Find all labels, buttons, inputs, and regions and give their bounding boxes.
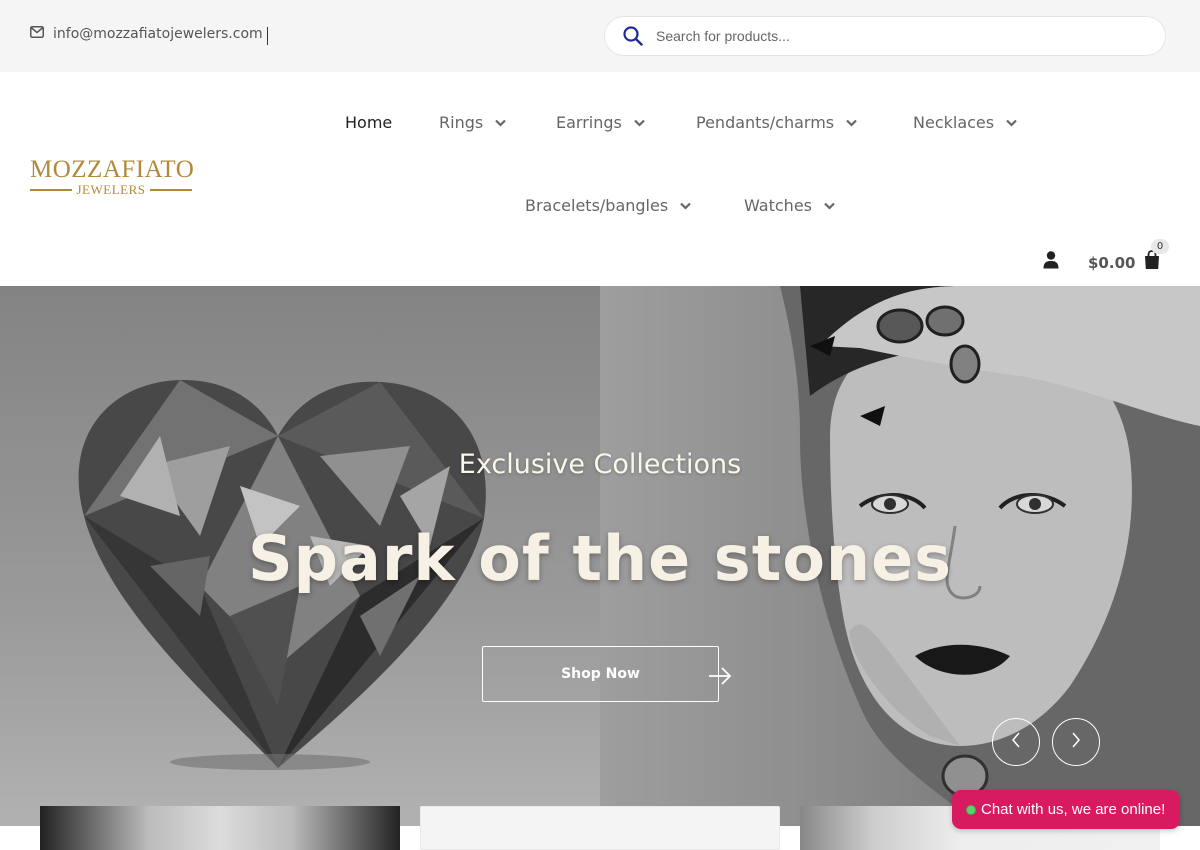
email-link[interactable]: info@mozzafiatojewelers.com — [30, 26, 263, 42]
chevron-down-icon — [634, 119, 645, 127]
nav-label: Home — [345, 113, 393, 132]
slider-next-button[interactable] — [1052, 718, 1100, 766]
cart-total: $0.00 — [1088, 253, 1136, 272]
category-card[interactable] — [40, 806, 400, 850]
search-bar — [604, 16, 1166, 56]
nav-bracelets-bangles[interactable]: Bracelets/bangles — [525, 196, 691, 215]
slider-prev-button[interactable] — [992, 718, 1040, 766]
email-text: info@mozzafiatojewelers.com — [53, 26, 263, 42]
nav-label: Pendants/charms — [696, 113, 835, 132]
chat-label: Chat with us, we are online! — [981, 801, 1166, 818]
top-bar: info@mozzafiatojewelers.com — [0, 0, 1200, 72]
nav-home[interactable]: Home — [345, 113, 392, 132]
chevron-right-icon — [1071, 732, 1081, 753]
arrow-right-icon — [708, 666, 732, 691]
nav-label: Bracelets/bangles — [525, 196, 669, 215]
chat-widget-button[interactable]: Chat with us, we are online! — [952, 790, 1180, 829]
hero-title: Spark of the stones — [247, 522, 953, 595]
chevron-down-icon — [680, 202, 691, 210]
chevron-left-icon — [1011, 732, 1021, 753]
nav-label: Necklaces — [913, 113, 995, 132]
nav-rings[interactable]: Rings — [439, 113, 506, 132]
hero-slider: Exclusive Collections Spark of the stone… — [0, 286, 1200, 826]
shop-now-button[interactable]: Shop Now — [482, 646, 719, 702]
chevron-down-icon — [1006, 119, 1017, 127]
online-status-icon — [966, 804, 976, 815]
topbar-divider — [267, 27, 268, 45]
cart-count-badge: 0 — [1151, 239, 1169, 254]
search-icon[interactable] — [623, 26, 643, 46]
nav-necklaces[interactable]: Necklaces — [913, 113, 1017, 132]
nav-label: Rings — [439, 113, 484, 132]
category-card[interactable] — [420, 806, 780, 850]
logo-rule-right — [150, 189, 192, 191]
nav-watches[interactable]: Watches — [744, 196, 835, 215]
nav-pendants-charms[interactable]: Pendants/charms — [696, 113, 857, 132]
nav-label: Watches — [744, 196, 812, 215]
cart-button[interactable]: $0.00 — [1088, 250, 1160, 275]
nav-label: Earrings — [556, 113, 622, 132]
search-input[interactable] — [656, 28, 1136, 44]
user-icon[interactable] — [1043, 251, 1059, 274]
nav-earrings[interactable]: Earrings — [556, 113, 645, 132]
logo-wordmark: MOZZAFIATO — [30, 156, 195, 183]
chevron-down-icon — [824, 202, 835, 210]
chevron-down-icon — [495, 119, 506, 127]
site-logo[interactable]: MOZZAFIATO JEWELERS — [30, 156, 195, 202]
envelope-icon — [30, 26, 53, 42]
hero-subtitle: Exclusive Collections — [458, 449, 742, 480]
chevron-down-icon — [846, 119, 857, 127]
